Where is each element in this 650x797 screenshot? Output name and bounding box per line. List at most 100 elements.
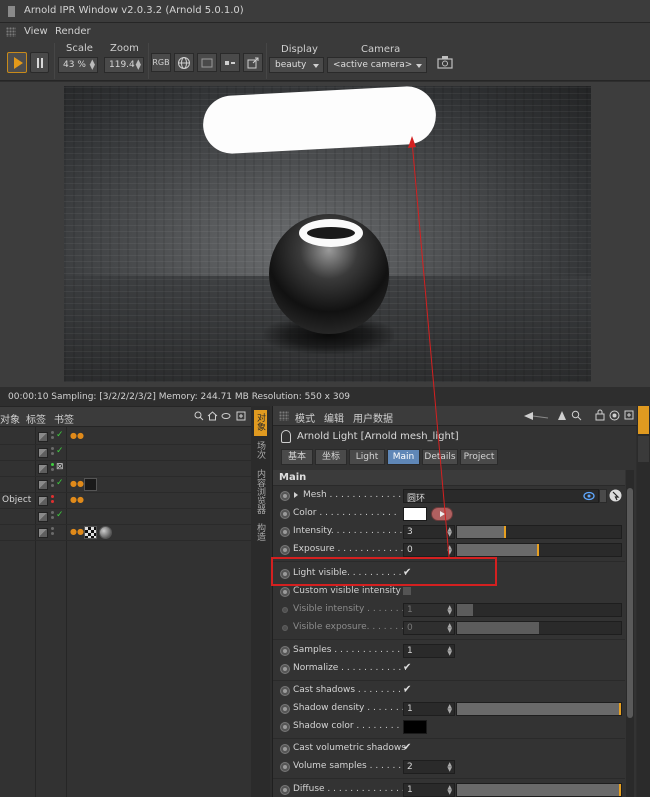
tab-takes[interactable]: 场次 [254,438,267,464]
spin-arrows-icon[interactable]: ▲ ▼ [447,623,452,634]
arnold-tag-icon[interactable]: ●● [70,479,84,488]
shadow-color-swatch[interactable] [403,720,427,734]
menu-user-data[interactable]: 用户数据 [353,410,393,425]
home-icon[interactable] [207,411,218,421]
exposure-slider[interactable] [456,543,622,557]
spin-arrows-icon[interactable]: ▲ ▼ [447,762,452,773]
rgb-channel-button[interactable]: RGB [151,53,171,72]
enabled-check-icon[interactable]: ✓ [56,510,64,520]
layer-icon[interactable] [38,528,48,538]
new-panel-icon[interactable] [236,411,246,421]
light-color-swatch[interactable] [403,507,427,521]
tab-project[interactable]: Project [460,449,498,465]
volume-samples-field[interactable]: 2 ▲ ▼ [403,760,455,774]
object-row[interactable]: ●● [0,525,251,541]
shadow-density-slider[interactable] [456,702,622,716]
tab-coordinates[interactable]: 坐标 [315,449,347,465]
diffuse-field[interactable]: 1 ▲ ▼ [403,783,455,797]
spin-arrows-icon[interactable]: ▲ ▼ [447,527,452,538]
animate-radio-icon[interactable] [280,722,290,732]
render-viewport[interactable] [0,82,650,387]
slider-knob[interactable] [619,784,621,796]
target-icon[interactable] [609,410,620,424]
tab-attributes[interactable] [638,406,649,434]
export-icon[interactable] [243,53,263,72]
expand-arrow-icon[interactable] [294,492,298,498]
tab-basic[interactable]: 基本 [281,449,313,465]
globe-icon[interactable] [174,53,194,72]
new-panel-icon[interactable] [624,410,634,423]
grip-icon[interactable] [279,411,289,421]
tab-structure[interactable]: 构造 [254,520,267,546]
spin-arrows-icon[interactable]: ▲ ▼ [447,785,452,796]
normalize-checkbox[interactable]: ✔ [403,662,411,673]
section-main-header[interactable]: Main [273,470,625,486]
layer-icon[interactable] [38,496,48,506]
animate-radio-icon[interactable] [280,686,290,696]
overlay-icon[interactable] [220,53,240,72]
animate-radio-icon[interactable] [280,664,290,674]
mesh-link-field[interactable]: 圆环 [403,489,599,504]
lock-icon[interactable] [595,409,605,424]
region-icon[interactable] [197,53,217,72]
pick-cursor-icon[interactable] [609,489,622,505]
up-arrow-icon[interactable] [557,410,567,424]
visibility-dots-icon[interactable] [51,527,58,539]
camera-dropdown[interactable]: <active camera> [327,57,427,73]
animate-radio-icon[interactable] [280,587,290,597]
animate-radio-icon[interactable] [280,509,290,519]
layer-icon[interactable] [38,448,48,458]
menu-bookmarks[interactable]: 书签 [54,411,74,426]
menu-edit[interactable]: 编辑 [324,410,344,425]
menu-render[interactable]: Render [55,26,91,37]
scrollbar-thumb[interactable] [627,488,633,718]
spin-arrows-icon[interactable]: ▲ ▼ [447,605,452,616]
layer-icon[interactable] [38,464,48,474]
color-picker-toggle[interactable] [431,507,453,521]
menu-objects[interactable]: 对象 [0,411,20,426]
menu-view[interactable]: View [24,26,48,37]
pause-render-button[interactable] [30,52,49,73]
spin-arrows-icon[interactable]: ▲ ▼ [447,704,452,715]
tab-light[interactable]: Light [349,449,385,465]
cast-shadows-checkbox[interactable]: ✔ [403,684,411,695]
intensity-slider[interactable] [456,525,622,539]
animate-radio-icon[interactable] [280,785,290,795]
cast-volumetric-checkbox[interactable]: ✔ [403,742,411,753]
object-row[interactable]: ✓ ●● [0,429,251,445]
object-row[interactable]: ✓ ●● [0,477,251,493]
menu-mode[interactable]: 模式 [295,410,315,425]
enabled-check-icon[interactable]: ✓ [56,430,64,440]
visible-exposure-slider[interactable] [456,621,622,635]
samples-field[interactable]: 1 ▲ ▼ [403,644,455,658]
tab-objects[interactable]: 对象 [254,410,267,436]
object-row[interactable]: ✓ [0,445,251,461]
animate-radio-icon[interactable] [280,527,290,537]
visible-intensity-field[interactable]: 1 ▲ ▼ [403,603,455,617]
layer-icon[interactable] [38,480,48,490]
attribute-scrollbar[interactable] [626,470,634,797]
intensity-field[interactable]: 3 ▲ ▼ [403,525,455,539]
enabled-check-icon[interactable]: ✓ [56,446,64,456]
menu-arrow-icon[interactable] [599,489,607,503]
animate-radio-icon[interactable] [280,762,290,772]
layer-icon[interactable] [38,512,48,522]
tab-main[interactable]: Main [387,449,420,465]
tab-layers[interactable] [638,436,649,462]
search-icon[interactable] [194,411,204,421]
grip-icon[interactable] [6,27,16,37]
material-tag-icon[interactable] [84,478,97,491]
layer-icon[interactable] [38,432,48,442]
diffuse-slider[interactable] [456,783,622,797]
zoom-field[interactable]: 119.4 ▲ ▼ [104,57,144,73]
object-row[interactable]: ✓ [0,509,251,525]
tab-content-browser[interactable]: 内容浏览器 [254,466,267,518]
eye-icon[interactable] [583,491,595,504]
tab-details[interactable]: Details [422,449,458,465]
object-row[interactable]: Object ●● [0,493,251,509]
menu-tags[interactable]: 标签 [26,411,46,426]
animate-radio-icon[interactable] [280,545,290,555]
animate-radio-icon[interactable] [280,704,290,714]
animate-radio-icon[interactable] [280,646,290,656]
animate-radio-icon[interactable] [280,491,290,501]
